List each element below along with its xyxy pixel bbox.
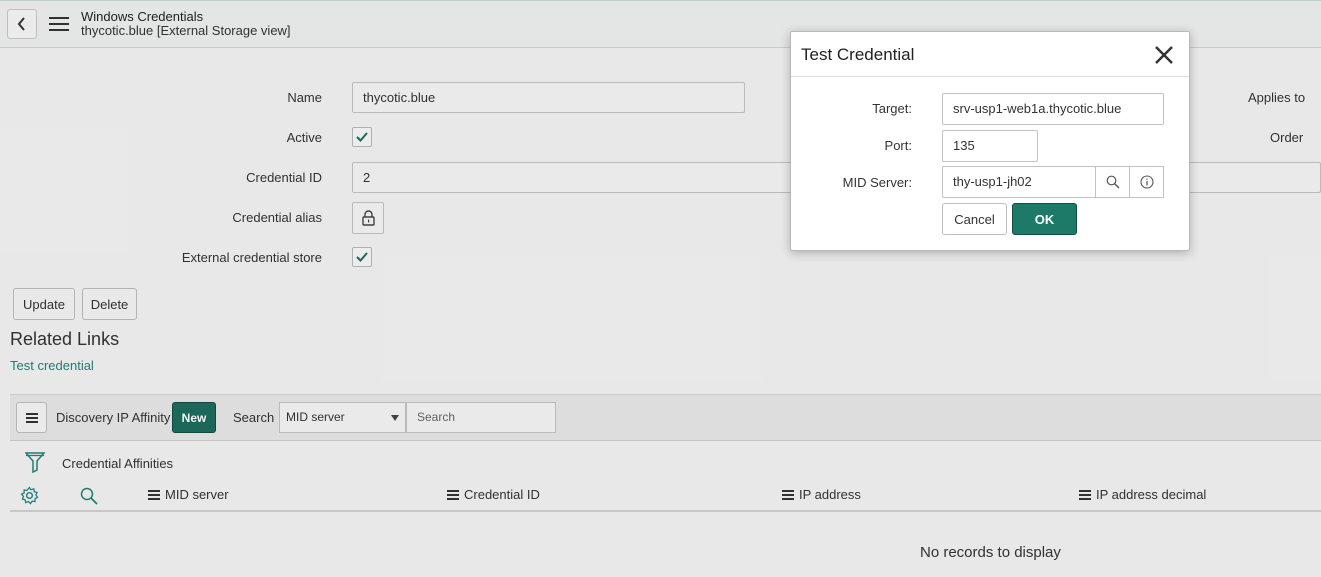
target-label: Target: (872, 101, 912, 116)
cancel-button[interactable]: Cancel (942, 203, 1007, 235)
close-icon[interactable] (1153, 44, 1175, 66)
dialog-header-divider (791, 76, 1189, 77)
mid-server-info-button[interactable] (1129, 166, 1164, 198)
mid-server-lookup-button[interactable] (1095, 166, 1130, 198)
test-credential-dialog: Test Credential Target: srv-usp1-web1a.t… (790, 31, 1190, 251)
info-icon (1139, 175, 1154, 189)
port-label: Port: (884, 138, 912, 153)
ok-button[interactable]: OK (1012, 203, 1077, 235)
search-icon (1106, 175, 1119, 189)
dialog-title: Test Credential (801, 45, 915, 64)
page: Windows Credentials thycotic.blue [Exter… (0, 0, 1321, 577)
mid-server-label: MID Server: (842, 175, 912, 190)
mid-server-input[interactable]: thy-usp1-jh02 (942, 166, 1096, 198)
target-input[interactable]: srv-usp1-web1a.thycotic.blue (942, 93, 1164, 125)
port-input[interactable]: 135 (942, 130, 1038, 162)
